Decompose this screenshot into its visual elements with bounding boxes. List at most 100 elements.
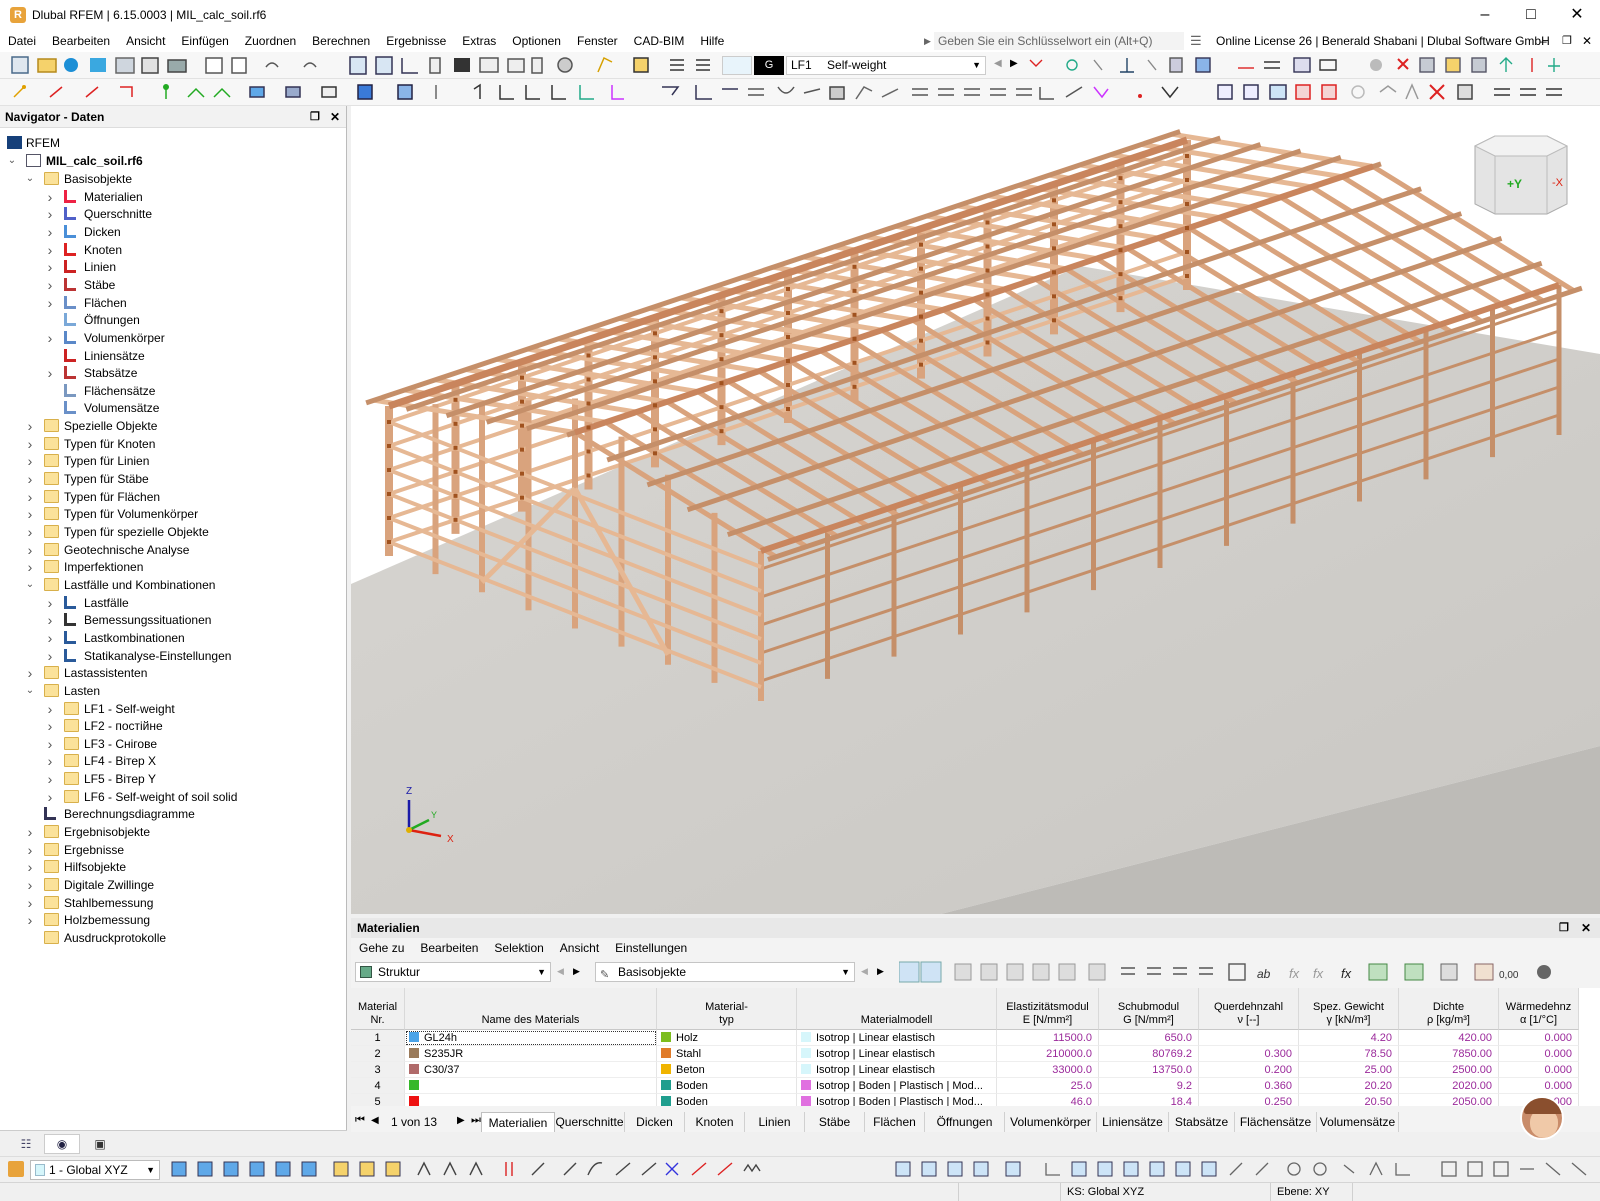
tab-5[interactable]: Stäbe (805, 1112, 865, 1132)
chevron-down-icon[interactable]: ⌄ (6, 152, 18, 170)
chevron-right-icon[interactable]: › (24, 841, 36, 859)
table-cell-type[interactable]: Stahl (657, 1046, 797, 1062)
tree-item[interactable]: › Dicken (0, 223, 340, 241)
bottom-toolbar-icons[interactable] (168, 1157, 1600, 1183)
maximize-button[interactable]: □ (1508, 0, 1554, 30)
table-cell-model[interactable]: Isotrop | Linear elastisch (797, 1046, 997, 1062)
view-cube[interactable]: +Y -X (1473, 135, 1569, 215)
table-cell-name[interactable]: GL24h (405, 1030, 657, 1046)
chevron-right-icon[interactable]: › (44, 205, 56, 223)
tree-item[interactable]: ⌄ Lasten (0, 682, 340, 700)
chevron-right-icon[interactable]: › (44, 611, 56, 629)
table-cell-gamma[interactable]: 25.00 (1299, 1062, 1399, 1078)
chevron-right-icon[interactable]: › (44, 294, 56, 312)
table-cell-type[interactable]: Boden (657, 1094, 797, 1106)
tree-item[interactable]: Volumensätze (0, 399, 340, 417)
search-icon[interactable]: ☰ (1190, 33, 1202, 49)
panel-menu-gehe-zu[interactable]: Gehe zu (351, 938, 412, 958)
chevron-right-icon[interactable]: › (24, 876, 36, 894)
next-lc-icon[interactable]: ▶ (1010, 58, 1018, 69)
table-cell-alpha[interactable]: 0.000 (1499, 1062, 1579, 1078)
tree-item[interactable]: › Volumenkörper (0, 329, 340, 347)
menu-berechnen[interactable]: Berechnen (304, 30, 378, 52)
next-page-icon[interactable]: ▶ (457, 1115, 465, 1126)
tree-item[interactable]: › Spezielle Objekte (0, 417, 340, 435)
chevron-right-icon[interactable]: › (44, 647, 56, 665)
table-cell-nu[interactable]: 0.200 (1199, 1062, 1299, 1078)
chevron-right-icon[interactable]: › (44, 329, 56, 347)
3d-viewport[interactable]: Z X Y +Y -X (351, 106, 1600, 914)
table-cell-name[interactable] (405, 1094, 657, 1106)
chevron-right-icon[interactable]: › (24, 505, 36, 523)
tree-item[interactable]: › Typen für Knoten (0, 435, 340, 453)
chevron-right-icon[interactable]: › (24, 664, 36, 682)
column-header[interactable]: Dichte ρ [kg/m³] (1399, 988, 1499, 1030)
chevron-right-icon[interactable]: › (44, 770, 56, 788)
table-cell-type[interactable]: Boden (657, 1078, 797, 1094)
column-header[interactable]: Material-typ (657, 988, 797, 1030)
tab-6[interactable]: Flächen (865, 1112, 925, 1132)
tab-8[interactable]: Volumenkörper (1005, 1112, 1097, 1132)
camera-tab-icon[interactable]: ▣ (82, 1134, 118, 1154)
menu-fenster[interactable]: Fenster (569, 30, 626, 52)
chevron-right-icon[interactable]: › (24, 858, 36, 876)
tree-item[interactable]: › Typen für Flächen (0, 488, 340, 506)
tab-10[interactable]: Stabsätze (1169, 1112, 1235, 1132)
chevron-right-icon[interactable]: › (44, 735, 56, 753)
tree-root[interactable]: RFEM (0, 134, 340, 152)
tree-item[interactable]: › Stäbe (0, 276, 340, 294)
search-input[interactable]: Geben Sie ein Schlüsselwort ein (Alt+Q) (934, 32, 1184, 50)
chevron-right-icon[interactable]: › (44, 717, 56, 735)
menu-bearbeiten[interactable]: Bearbeiten (44, 30, 118, 52)
panel-menu-bearbeiten[interactable]: Bearbeiten (412, 938, 486, 958)
chevron-right-icon[interactable]: › (24, 435, 36, 453)
tree-item[interactable]: › Typen für Linien (0, 452, 340, 470)
tree-item[interactable]: › Knoten (0, 241, 340, 259)
panel-menu-selektion[interactable]: Selektion (486, 938, 551, 958)
tree-item[interactable]: › Lastfälle (0, 594, 340, 612)
tree-item[interactable]: › Stabsätze (0, 364, 340, 382)
menu-datei[interactable]: Datei (0, 30, 44, 52)
tree-item[interactable]: › LF5 - Вітер Y (0, 770, 340, 788)
tab-11[interactable]: Flächensätze (1235, 1112, 1317, 1132)
category-combo[interactable]: ✎ Basisobjekte ▼ (595, 962, 855, 982)
table-cell-type[interactable]: Holz (657, 1030, 797, 1046)
tree-item[interactable]: › Flächen (0, 294, 340, 312)
minimize-doc-button[interactable]: – (1540, 30, 1547, 52)
menu-ergebnisse[interactable]: Ergebnisse (378, 30, 454, 52)
chevron-right-icon[interactable]: › (44, 258, 56, 276)
close-doc-button[interactable]: ✕ (1582, 30, 1592, 52)
tree-item[interactable]: › Imperfektionen (0, 558, 340, 576)
close-navigator-icon[interactable]: ✕ (330, 106, 340, 128)
column-header[interactable]: Wärmedehnz α [1/°C] (1499, 988, 1579, 1030)
first-page-icon[interactable]: ⏮ (355, 1114, 365, 1127)
chevron-right-icon[interactable]: › (44, 276, 56, 294)
table-cell-nr[interactable]: 2 (351, 1046, 405, 1062)
table-cell-g[interactable]: 13750.0 (1099, 1062, 1199, 1078)
column-header[interactable]: Material Nr. (351, 988, 405, 1030)
table-cell-e[interactable]: 33000.0 (997, 1062, 1099, 1078)
next-icon[interactable]: ▶ (573, 966, 580, 977)
panel-close-icon[interactable]: ✕ (1581, 918, 1591, 938)
tab-12[interactable]: Volumensätze (1317, 1112, 1399, 1132)
tab-9[interactable]: Liniensätze (1097, 1112, 1169, 1132)
menu-zuordnen[interactable]: Zuordnen (237, 30, 304, 52)
tree-item[interactable]: › Lastassistenten (0, 664, 340, 682)
next-icon[interactable]: ▶ (877, 966, 884, 977)
chevron-right-icon[interactable]: › (24, 523, 36, 541)
table-cell-gamma[interactable]: 20.20 (1299, 1078, 1399, 1094)
tab-2[interactable]: Dicken (625, 1112, 685, 1132)
view-tab-icon[interactable]: ◉ (44, 1134, 80, 1154)
tree-item[interactable]: Berechnungsdiagramme (0, 805, 340, 823)
menu-einfuegen[interactable]: Einfügen (173, 30, 236, 52)
chevron-right-icon[interactable]: › (44, 188, 56, 206)
menu-ansicht[interactable]: Ansicht (118, 30, 173, 52)
table-cell-model[interactable]: Isotrop | Linear elastisch (797, 1062, 997, 1078)
chevron-right-icon[interactable]: › (44, 223, 56, 241)
panel-menu-ansicht[interactable]: Ansicht (552, 938, 607, 958)
table-cell-nu[interactable]: 0.360 (1199, 1078, 1299, 1094)
load-case-select[interactable]: LF1 Self-weight ▼ (786, 56, 986, 75)
tree-item[interactable]: › Ergebnisse (0, 841, 340, 859)
table-cell-nu[interactable] (1199, 1030, 1299, 1046)
table-cell-model[interactable]: Isotrop | Boden | Plastisch | Mod... (797, 1094, 997, 1106)
